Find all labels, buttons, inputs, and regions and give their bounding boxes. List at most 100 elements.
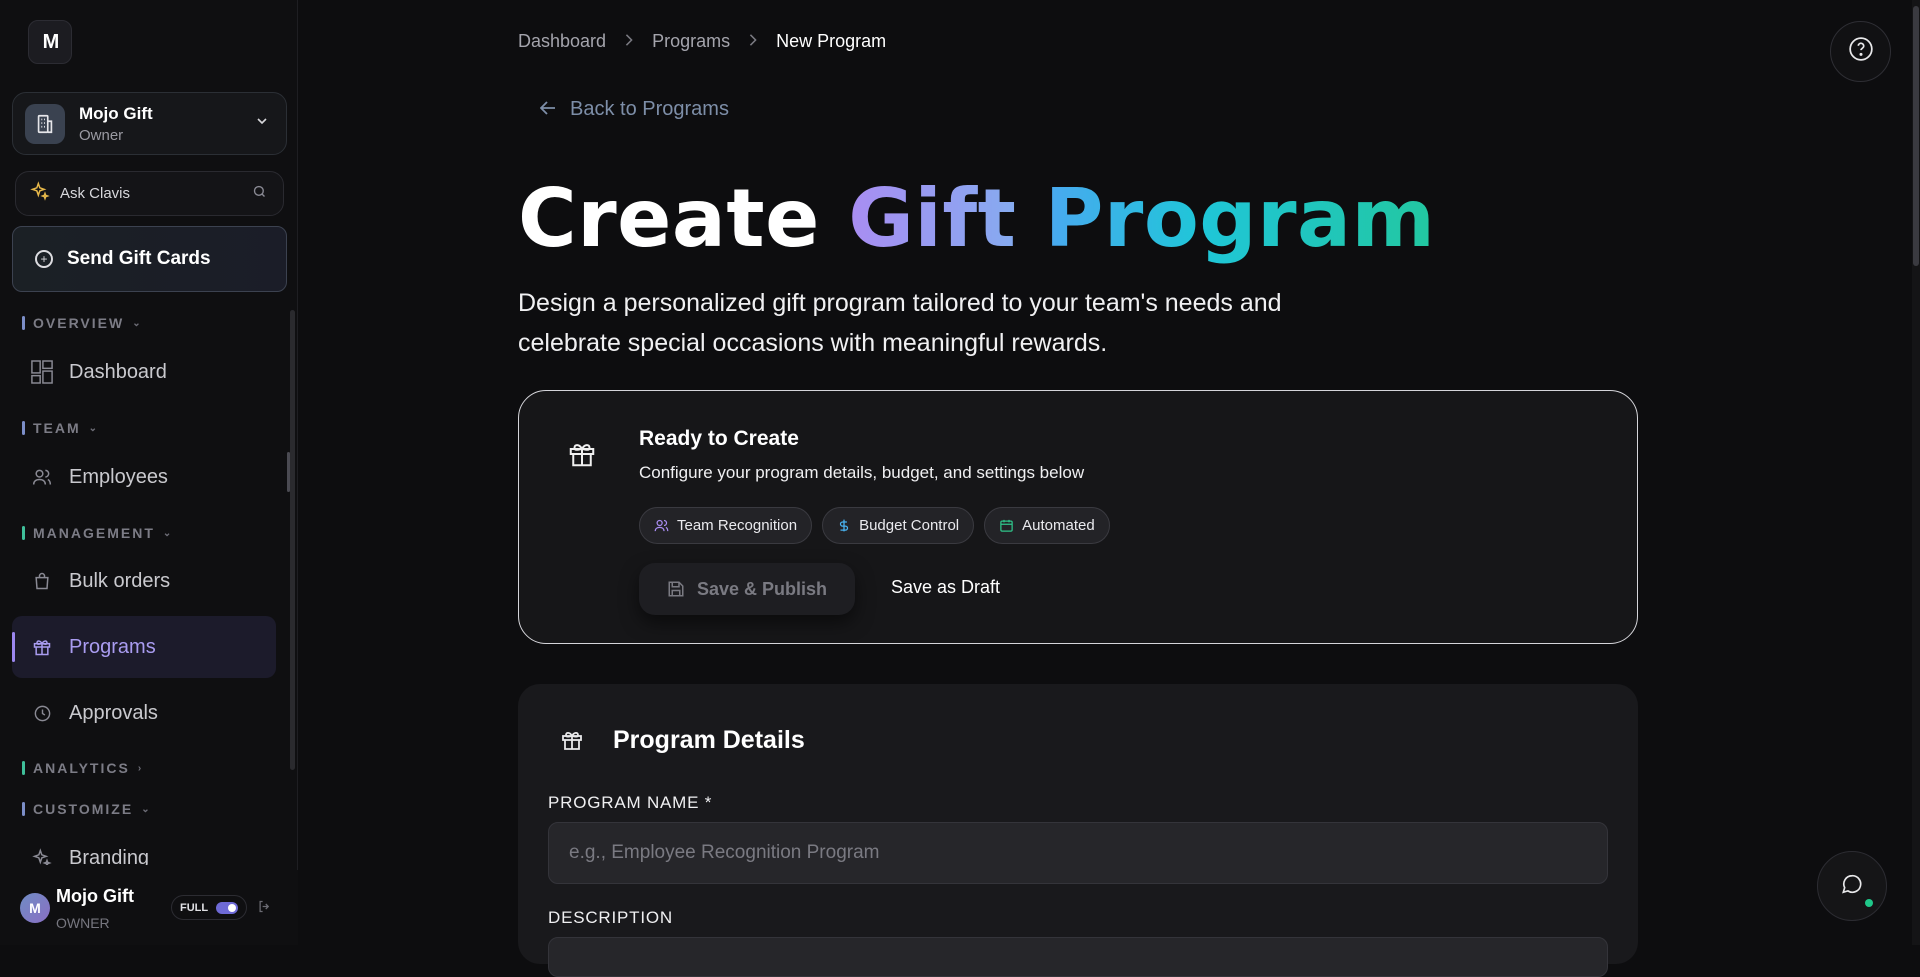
section-title: Program Details <box>613 726 805 754</box>
back-to-programs-link[interactable]: Back to Programs <box>539 98 729 121</box>
sidebar-item-employees[interactable]: Employees <box>12 446 276 508</box>
sparkle-icon <box>31 848 53 865</box>
section-overview[interactable]: OVERVIEW ⌄ <box>22 315 141 331</box>
help-button[interactable] <box>1830 21 1891 82</box>
section-analytics[interactable]: ANALYTICS › <box>22 760 141 776</box>
chip-automated: Automated <box>984 507 1110 544</box>
org-switcher[interactable]: Mojo Gift Owner <box>12 92 287 155</box>
chevron-down-icon <box>254 113 270 134</box>
section-label: CUSTOMIZE <box>33 801 134 817</box>
program-name-label: PROGRAM NAME * <box>548 793 713 812</box>
sidebar-scroll-thumb[interactable] <box>287 452 290 492</box>
gift-icon <box>560 728 584 757</box>
toggle-switch <box>216 901 239 914</box>
ready-card: Ready to Create Configure your program d… <box>518 390 1638 644</box>
chevron-down-icon: ⌄ <box>88 422 98 434</box>
breadcrumb-dashboard[interactable]: Dashboard <box>518 31 606 52</box>
chevron-right-icon <box>748 33 758 50</box>
section-customize[interactable]: CUSTOMIZE ⌄ <box>22 801 150 817</box>
user-profile: M Mojo Gift OWNER FULL <box>0 870 298 945</box>
section-label: OVERVIEW <box>33 315 125 331</box>
user-role: OWNER <box>56 915 110 931</box>
avatar[interactable]: M <box>20 893 50 923</box>
chat-bubble-icon <box>1841 873 1863 900</box>
sidebar-scrollbar[interactable] <box>290 310 295 770</box>
gift-icon <box>567 439 597 474</box>
clock-icon <box>31 704 53 723</box>
sidebar-item-label: Approvals <box>69 701 158 724</box>
section-marker <box>22 316 25 330</box>
sidebar-item-programs[interactable]: Programs <box>12 616 276 678</box>
sidebar-item-bulk-orders[interactable]: Bulk orders <box>12 550 276 612</box>
chip-label: Budget Control <box>859 517 960 534</box>
chevron-right-icon: › <box>137 762 142 774</box>
sparkle-icon <box>30 181 50 206</box>
sidebar-item-approvals[interactable]: Approvals <box>12 682 276 744</box>
sidebar-item-branding[interactable]: Branding <box>12 827 276 865</box>
sidebar-item-label: Bulk orders <box>69 569 171 592</box>
dollar-icon <box>837 518 851 533</box>
mode-toggle[interactable]: FULL <box>171 895 248 920</box>
chevron-down-icon: ⌄ <box>141 803 150 815</box>
main-scroll-thumb[interactable] <box>1913 6 1919 266</box>
online-indicator <box>1865 899 1873 907</box>
chat-button[interactable] <box>1817 851 1887 921</box>
ready-description: Configure your program details, budget, … <box>639 463 1085 482</box>
sidebar-item-label: Branding <box>69 846 150 866</box>
breadcrumb: Dashboard Programs New Program <box>518 31 886 52</box>
app-logo[interactable]: M <box>28 20 72 64</box>
section-marker <box>22 421 25 435</box>
logout-icon[interactable] <box>257 899 272 919</box>
save-icon <box>667 580 685 598</box>
sidebar-item-dashboard[interactable]: Dashboard <box>12 341 276 403</box>
layout-icon <box>31 359 53 385</box>
program-details-card: Program Details PROGRAM NAME * DESCRIPTI… <box>518 684 1638 977</box>
chip-label: Team Recognition <box>677 517 798 534</box>
org-name: Mojo Gift <box>79 103 153 123</box>
back-link-label: Back to Programs <box>570 98 729 120</box>
sidebar-item-label: Dashboard <box>69 360 167 383</box>
program-name-input[interactable] <box>548 822 1608 884</box>
breadcrumb-programs[interactable]: Programs <box>652 31 730 52</box>
ask-clavis-input[interactable]: Ask Clavis <box>15 171 284 216</box>
save-publish-button[interactable]: Save & Publish <box>639 563 855 615</box>
sidebar-nav: OVERVIEW ⌄ Dashboard TEAM ⌄ Employees MA… <box>0 300 298 865</box>
section-marker <box>22 761 25 775</box>
chevron-down-icon: ⌄ <box>162 527 172 539</box>
help-circle-icon <box>1848 36 1874 67</box>
section-team[interactable]: TEAM ⌄ <box>22 420 97 436</box>
org-role: Owner <box>79 126 124 144</box>
page-subtitle: Design a personalized gift program tailo… <box>518 289 1282 357</box>
sidebar: M Mojo Gift Owner Ask Clavis + Send Gift… <box>0 0 298 945</box>
title-part-program: Program <box>1044 172 1436 265</box>
plus-circle-icon: + <box>35 250 53 268</box>
section-marker <box>22 802 25 816</box>
description-textarea[interactable] <box>548 937 1608 977</box>
calendar-icon <box>999 518 1014 533</box>
section-label: MANAGEMENT <box>33 525 155 541</box>
chip-budget-control: Budget Control <box>822 507 975 544</box>
save-publish-label: Save & Publish <box>696 578 828 599</box>
section-label: TEAM <box>33 420 81 436</box>
chevron-down-icon: ⌄ <box>132 317 141 329</box>
page-title: Create Gift Program <box>518 172 1435 265</box>
save-draft-button[interactable]: Save as Draft <box>891 577 1000 598</box>
sidebar-item-label: Employees <box>69 465 168 488</box>
section-marker <box>22 526 25 540</box>
gift-icon <box>31 637 53 657</box>
users-icon <box>31 467 53 487</box>
send-gift-cards-button[interactable]: + Send Gift Cards <box>12 226 287 292</box>
send-gift-cards-label: Send Gift Cards <box>67 248 211 269</box>
chip-team-recognition: Team Recognition <box>639 507 813 544</box>
feature-chips: Team Recognition Budget Control Automate… <box>639 507 1110 544</box>
section-management[interactable]: MANAGEMENT ⌄ <box>22 525 171 541</box>
breadcrumb-current: New Program <box>776 31 887 51</box>
sidebar-item-label: Programs <box>69 635 156 658</box>
chip-label: Automated <box>1022 517 1095 534</box>
bag-icon <box>31 571 53 591</box>
ready-title: Ready to Create <box>639 427 799 450</box>
mode-label: FULL <box>180 901 209 914</box>
user-name: Mojo Gift <box>56 886 134 906</box>
title-part-gift: Gift <box>848 172 1045 265</box>
chevron-right-icon <box>624 33 634 50</box>
